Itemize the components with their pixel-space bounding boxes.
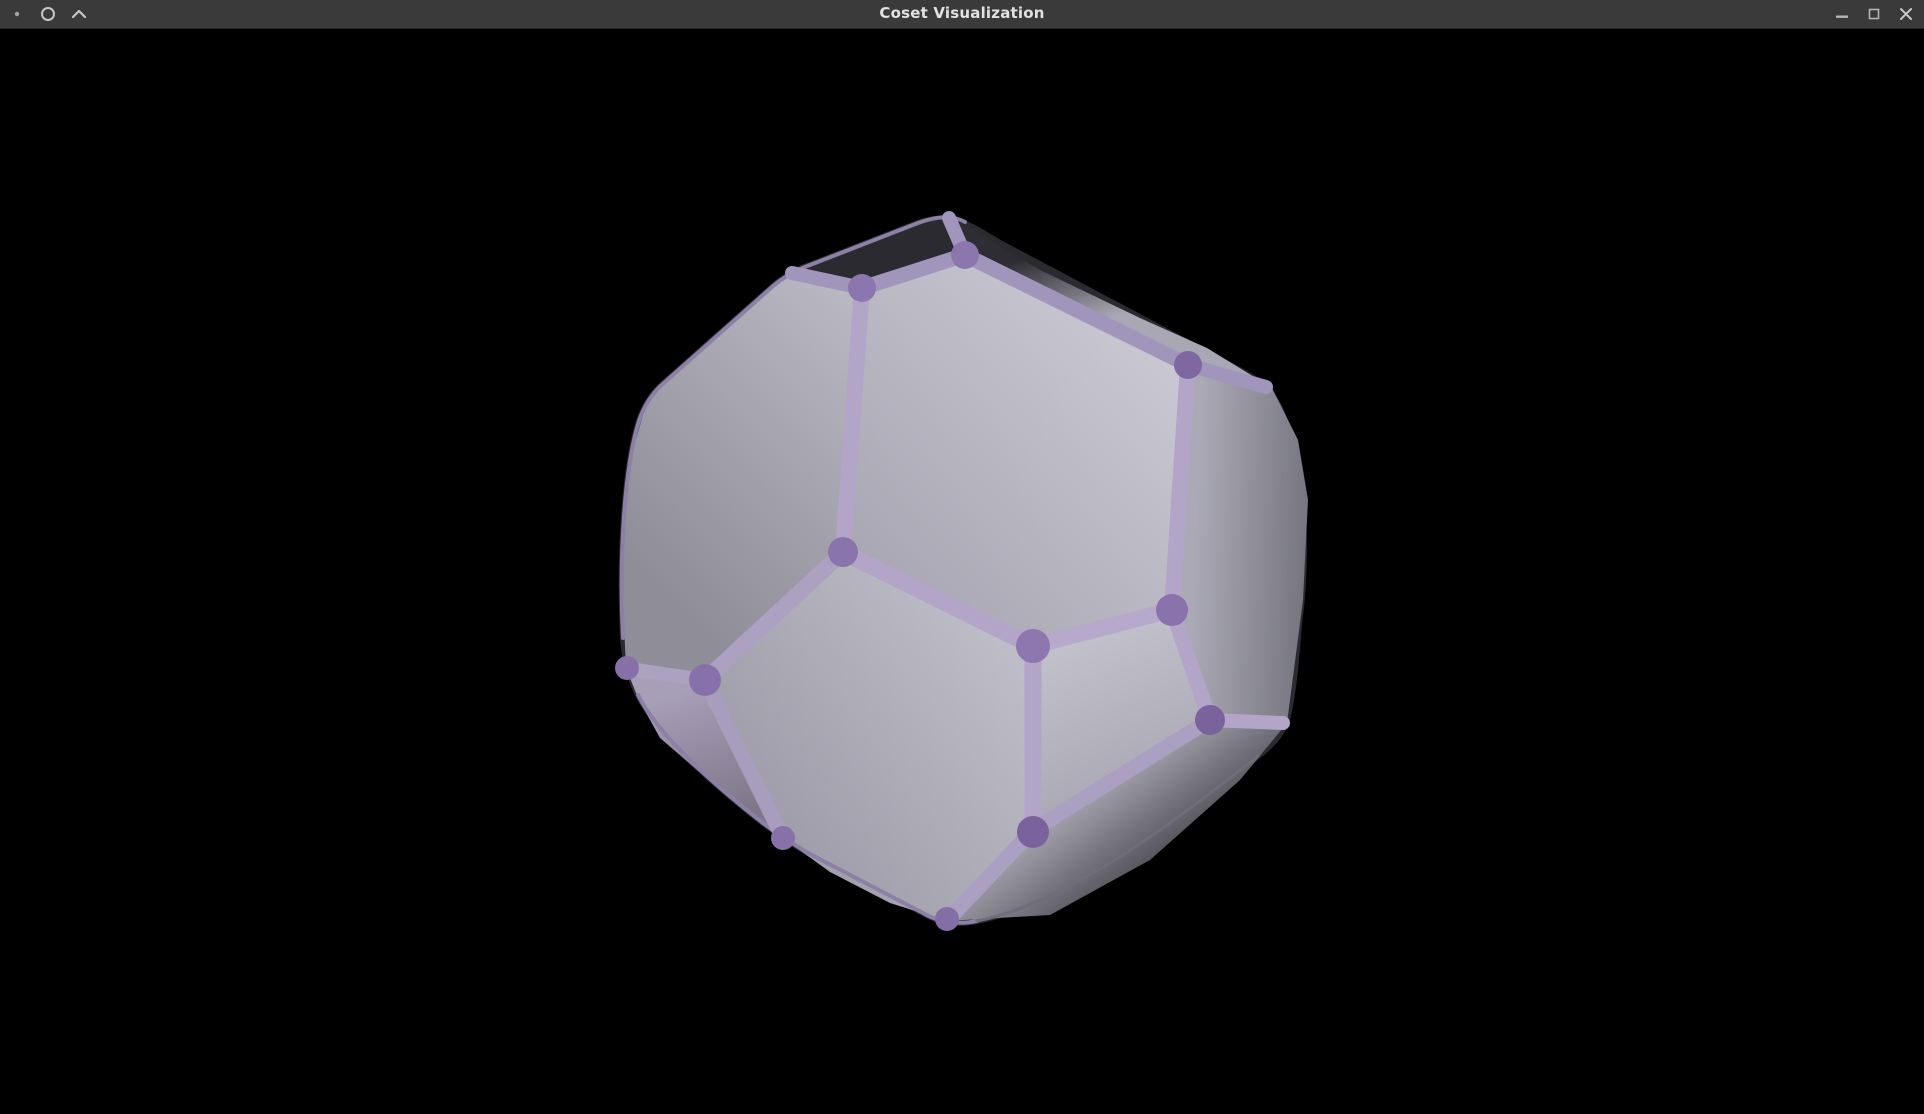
- polyhedron-vertex: [1174, 351, 1202, 379]
- polyhedron-vertex: [848, 274, 876, 302]
- polyhedron-vertex: [689, 664, 721, 696]
- polyhedron-vertex: [1017, 816, 1049, 848]
- polyhedron-vertex: [615, 656, 639, 680]
- close-icon[interactable]: [1898, 6, 1914, 22]
- polyhedron-vertex: [1156, 594, 1188, 626]
- titlebar[interactable]: Coset Visualization: [0, 0, 1924, 29]
- render-viewport[interactable]: [0, 0, 1924, 1114]
- polyhedron-vertex: [951, 241, 979, 269]
- polyhedron-vertex: [1195, 705, 1225, 735]
- polyhedron-vertex: [1016, 629, 1050, 663]
- minimize-icon[interactable]: [1834, 6, 1850, 22]
- polyhedron-vertex: [935, 907, 959, 931]
- maximize-icon[interactable]: [1866, 6, 1882, 22]
- window-controls: [1834, 0, 1914, 28]
- window-title: Coset Visualization: [0, 0, 1924, 28]
- polyhedron-vertex: [771, 826, 795, 850]
- coset-polyhedron: [0, 0, 1924, 1114]
- polyhedron-vertex: [828, 537, 858, 567]
